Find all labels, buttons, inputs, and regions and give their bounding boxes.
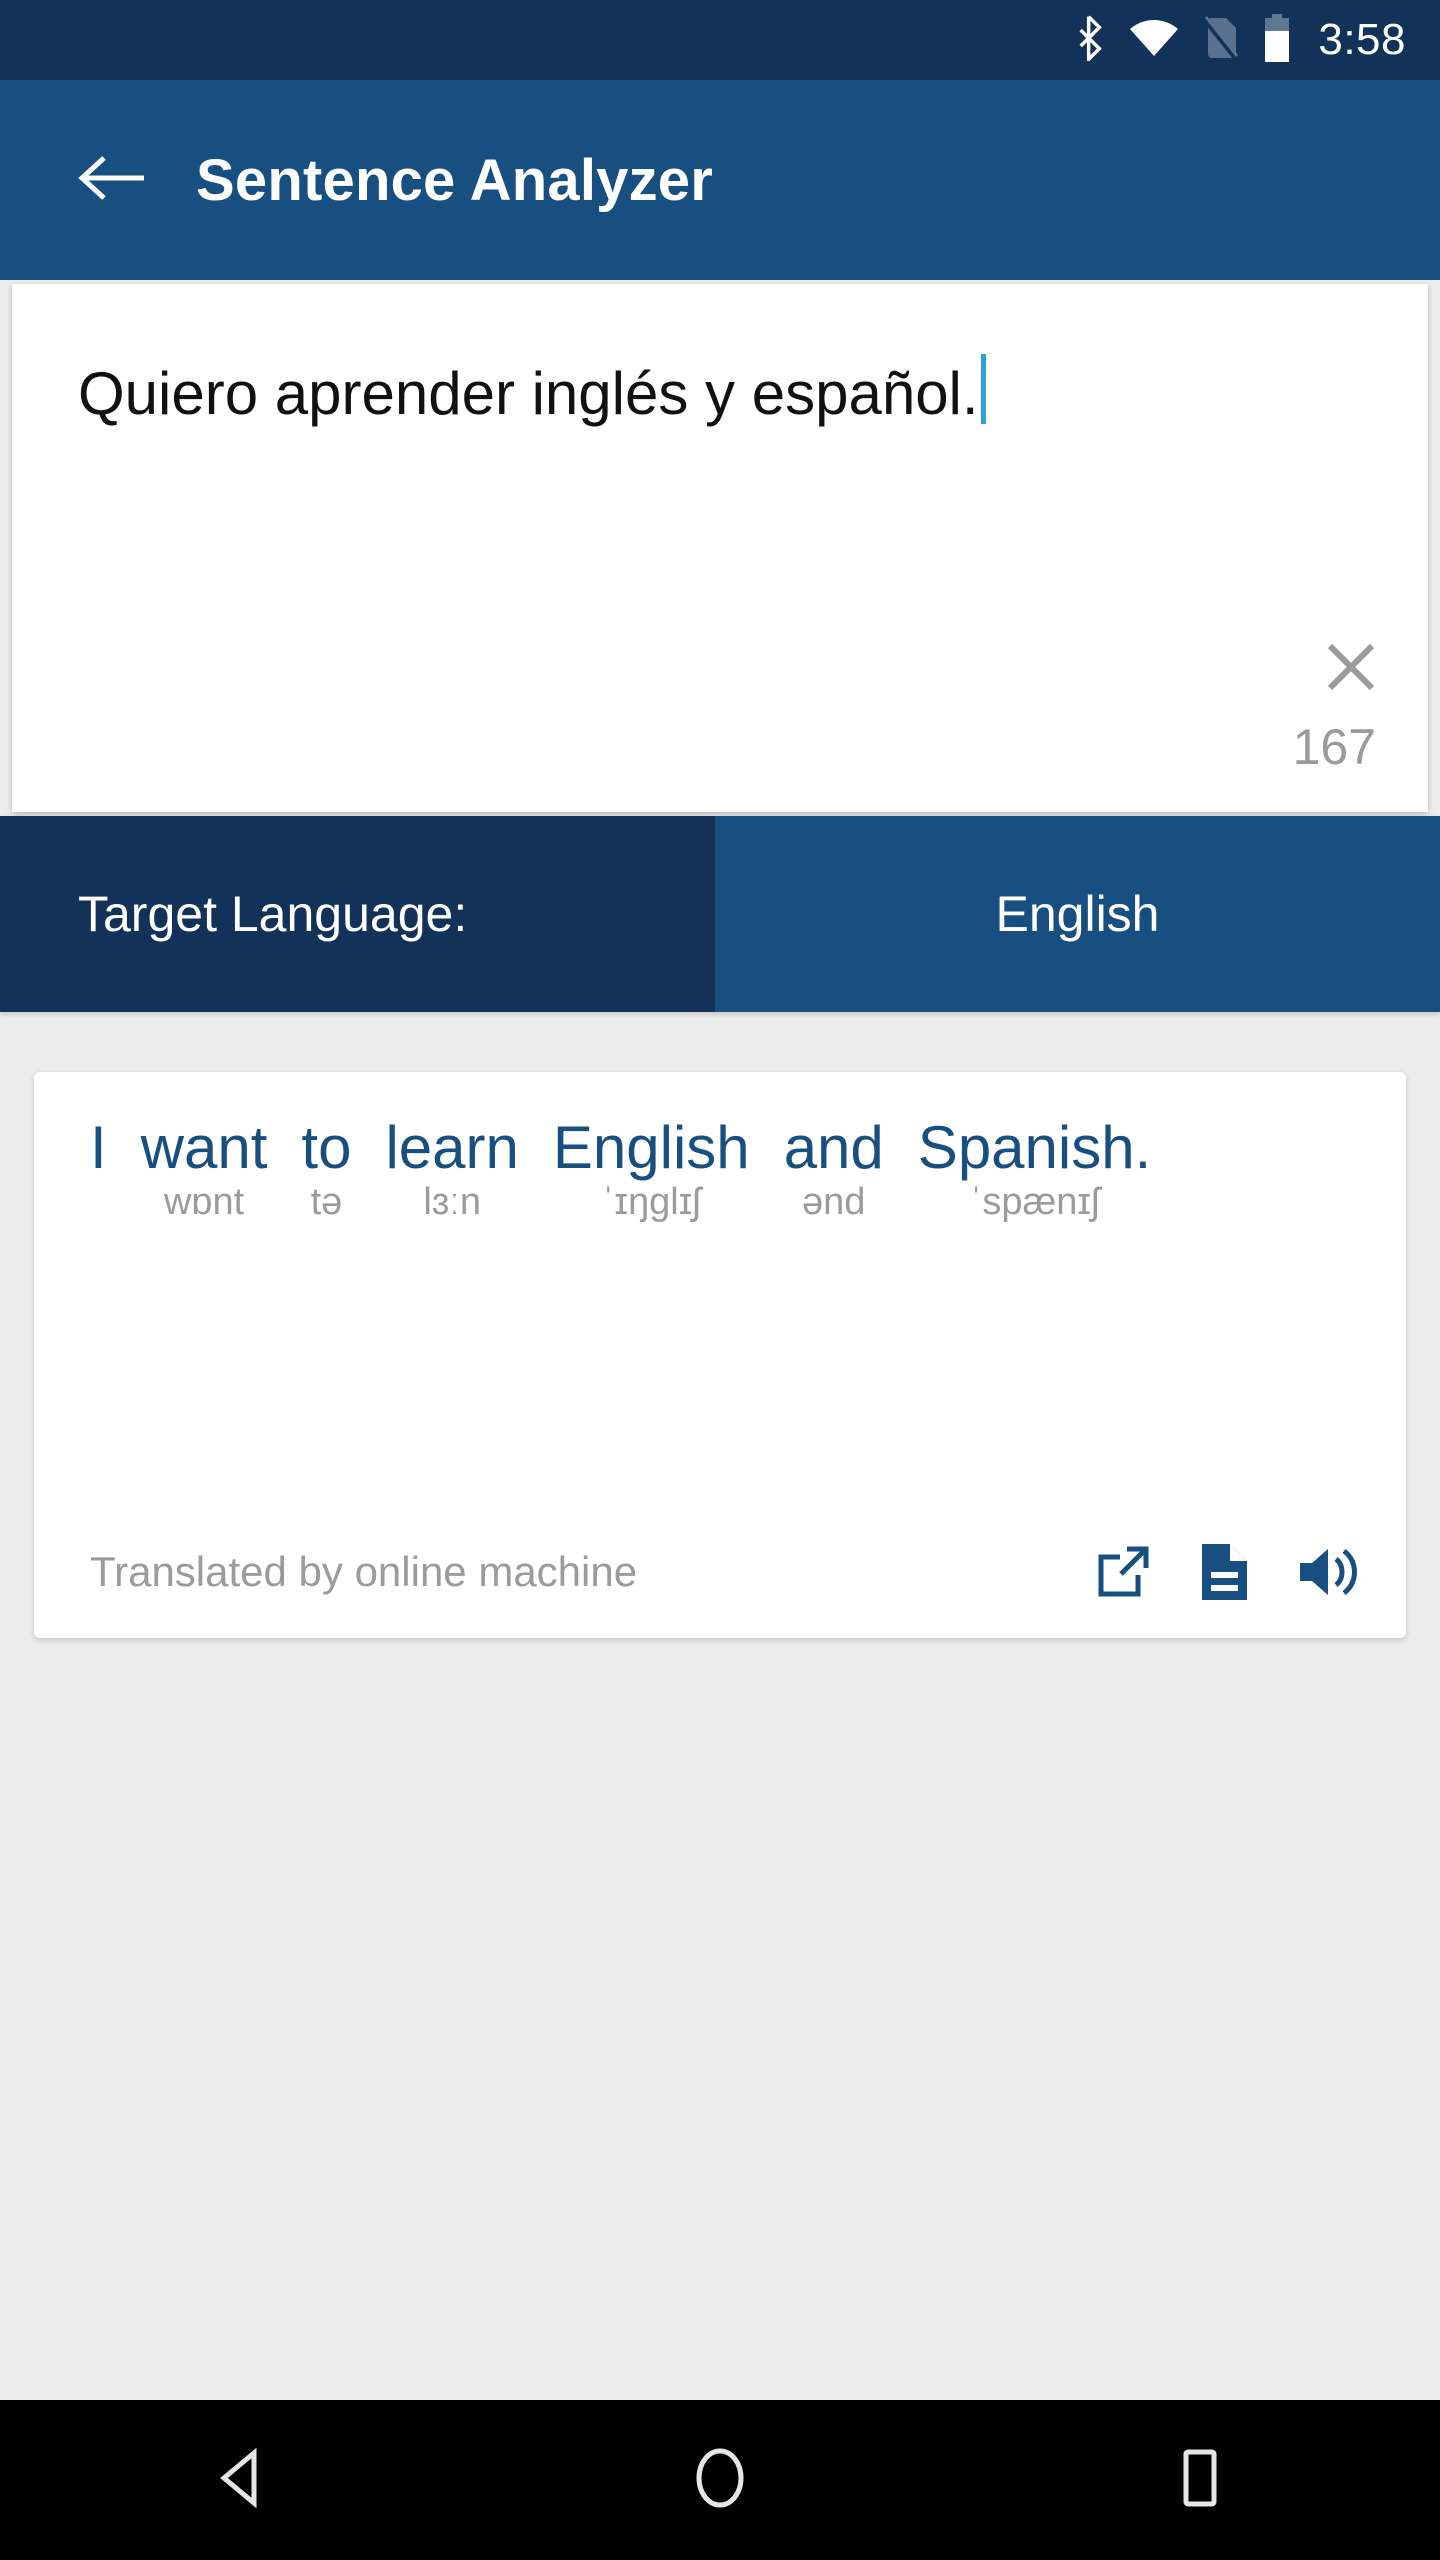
- android-nav-bar: [0, 2400, 1440, 2560]
- document-icon[interactable]: [1198, 1542, 1250, 1602]
- word-text: I: [90, 1114, 107, 1181]
- word-ipa: ˈspænɪʃ: [969, 1181, 1100, 1224]
- word-text: want: [140, 1114, 268, 1181]
- word-item[interactable]: Spanish. ˈspænɪʃ: [918, 1114, 1152, 1225]
- back-arrow-icon: [76, 149, 148, 212]
- target-language-label: Target Language:: [78, 886, 468, 942]
- translation-source-note: Translated by online machine: [90, 1548, 638, 1595]
- word-ipa: tə: [310, 1181, 343, 1224]
- close-icon: [1321, 637, 1381, 702]
- character-counter: 167: [1292, 719, 1376, 775]
- word-ipa: lɜːn: [423, 1181, 481, 1224]
- word-text: learn: [385, 1114, 519, 1181]
- result-card-footer: Translated by online machine: [90, 1542, 1362, 1602]
- sentence-input-card: Quiero aprender inglés y español. 167: [12, 284, 1428, 812]
- back-triangle-icon: [214, 2447, 266, 2513]
- word-item[interactable]: English ˈɪŋglɪʃ: [553, 1114, 750, 1225]
- open-in-new-icon[interactable]: [1094, 1543, 1152, 1601]
- word-item[interactable]: I: [90, 1114, 107, 1225]
- sentence-input-field[interactable]: Quiero aprender inglés y español.: [78, 344, 1258, 431]
- word-text: English: [552, 1114, 750, 1181]
- word-item[interactable]: and ənd: [784, 1114, 884, 1225]
- word-ipa: wɒnt: [163, 1181, 245, 1224]
- target-language-bar: Target Language: English: [0, 816, 1440, 1012]
- app-screen: 3:58 Sentence Analyzer Quiero aprender i…: [0, 0, 1440, 2560]
- target-language-label-cell: Target Language:: [0, 816, 715, 1012]
- status-bar: 3:58: [0, 0, 1440, 80]
- sentence-input-value: Quiero aprender inglés y español.: [78, 360, 979, 427]
- bluetooth-icon: [1074, 14, 1106, 66]
- nav-recents-button[interactable]: [1130, 2410, 1270, 2550]
- word-item[interactable]: learn lɜːn: [385, 1114, 518, 1225]
- wifi-icon: [1130, 19, 1179, 61]
- text-cursor: [980, 354, 986, 424]
- target-language-value: English: [995, 886, 1160, 942]
- speaker-icon[interactable]: [1296, 1543, 1362, 1601]
- word-item[interactable]: want wɒnt: [141, 1114, 268, 1225]
- nav-home-button[interactable]: [650, 2410, 790, 2550]
- app-bar: Sentence Analyzer: [0, 80, 1440, 280]
- clear-input-button[interactable]: [1308, 626, 1394, 712]
- word-ipa: ənd: [802, 1181, 866, 1224]
- word-text: to: [301, 1114, 352, 1181]
- back-button[interactable]: [52, 120, 172, 240]
- word-ipa: ˈɪŋglɪʃ: [601, 1181, 701, 1224]
- status-bar-clock: 3:58: [1318, 15, 1406, 64]
- home-circle-icon: [691, 2447, 749, 2514]
- translation-result-card: I want wɒnt to tə learn lɜːn English ˈɪŋ…: [34, 1072, 1406, 1638]
- no-sim-icon: [1202, 15, 1239, 65]
- word-item[interactable]: to tə: [301, 1114, 351, 1225]
- translation-word-list: I want wɒnt to tə learn lɜːn English ˈɪŋ…: [90, 1114, 1350, 1229]
- nav-back-button[interactable]: [170, 2410, 310, 2550]
- recents-square-icon: [1174, 2447, 1226, 2514]
- word-text: and: [783, 1114, 884, 1181]
- battery-icon: [1262, 13, 1292, 67]
- page-title: Sentence Analyzer: [196, 147, 714, 213]
- target-language-selector[interactable]: English: [715, 816, 1440, 1012]
- result-actions: [1094, 1542, 1362, 1602]
- word-text: Spanish.: [917, 1114, 1152, 1181]
- status-bar-icons: [1074, 13, 1292, 67]
